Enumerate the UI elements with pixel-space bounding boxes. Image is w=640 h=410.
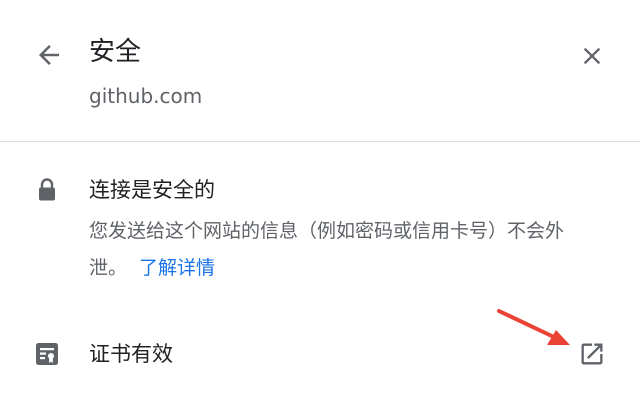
open-in-new-icon[interactable] [578, 340, 606, 368]
arrow-back-icon [39, 45, 59, 65]
connection-status-title: 连接是安全的 [89, 178, 215, 202]
close-button[interactable] [578, 42, 606, 70]
divider [0, 141, 640, 142]
site-domain: github.com [89, 84, 203, 108]
connection-description: 您发送给这个网站的信息（例如密码或信用卡号）不会外泄。 了解详情 [89, 213, 589, 287]
back-button[interactable] [34, 40, 64, 70]
page-title: 安全 [89, 37, 142, 67]
close-icon [583, 47, 601, 65]
certificate-icon [34, 341, 60, 367]
header: 安全 github.com [0, 0, 640, 142]
lock-icon [37, 177, 57, 203]
certificate-valid-label[interactable]: 证书有效 [89, 335, 173, 373]
learn-more-link[interactable]: 了解详情 [139, 257, 215, 279]
